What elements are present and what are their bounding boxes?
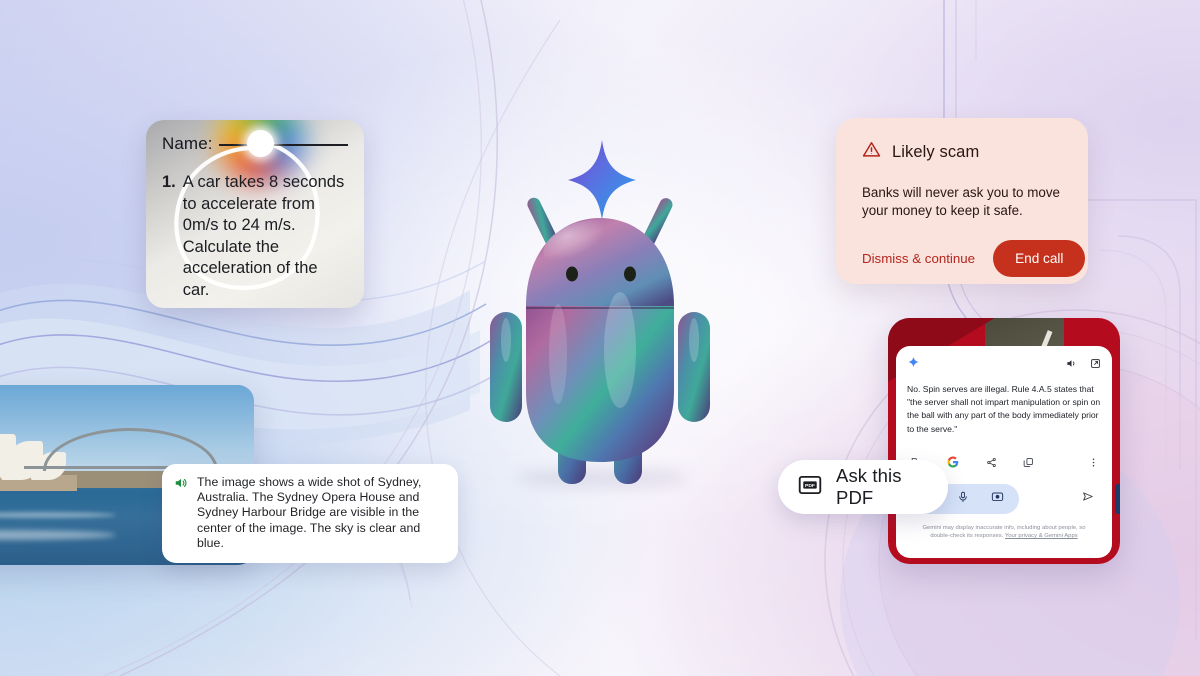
worksheet-question-list: 1. A car takes 8 seconds to accelerate f… <box>162 172 348 308</box>
hero-stage: Name: 1. A car takes 8 seconds to accele… <box>0 0 1200 676</box>
image-description-bubble: The image shows a wide shot of Sydney, A… <box>162 464 458 564</box>
send-icon[interactable] <box>1082 490 1101 508</box>
gemini-answer-sheet: No. Spin serves are illegal. Rule 4.A.5 … <box>896 346 1112 558</box>
worksheet-name-label: Name: <box>162 134 213 153</box>
gemini-phone-card: No. Spin serves are illegal. Rule 4.A.5 … <box>888 318 1120 564</box>
gemini-disclaimer-line1: Gemini may display inaccurate info, incl… <box>922 524 1086 531</box>
android-mascot <box>490 197 710 484</box>
scam-warning-card: Likely scam Banks will never ask you to … <box>836 118 1088 284</box>
svg-text:PDF: PDF <box>805 483 815 489</box>
worksheet-question-1-text: A car takes 8 seconds to accelerate from… <box>182 173 345 299</box>
ask-this-pdf-chip[interactable]: PDF Ask this PDF <box>778 460 948 514</box>
assistant-cursor-dot-icon <box>247 130 274 157</box>
gemini-disclaimer: Gemini may display inaccurate info, incl… <box>907 524 1101 541</box>
worksheet-question-1: 1. A car takes 8 seconds to accelerate f… <box>162 172 348 301</box>
gemini-sparkle-icon <box>907 356 920 374</box>
gemini-sheet-header <box>907 356 1101 374</box>
scam-warning-title: Likely scam <box>892 142 980 161</box>
gemini-answer-text: No. Spin serves are illegal. Rule 4.A.5 … <box>907 384 1101 434</box>
google-g-icon[interactable] <box>947 455 959 473</box>
open-in-new-icon[interactable] <box>1090 356 1101 374</box>
pdf-icon: PDF <box>797 472 823 503</box>
scam-warning-header: Likely scam <box>862 140 1064 164</box>
gemini-disclaimer-line2: double-check its responses. <box>930 533 1005 540</box>
homework-worksheet-card: Name: 1. A car takes 8 seconds to accele… <box>146 120 364 308</box>
camera-icon[interactable] <box>991 490 1004 508</box>
end-call-button[interactable]: End call <box>993 240 1086 277</box>
dismiss-and-continue-button[interactable]: Dismiss & continue <box>862 251 975 266</box>
ask-this-pdf-label: Ask this PDF <box>836 465 902 508</box>
worksheet-name-rule <box>218 144 348 146</box>
share-icon[interactable] <box>986 455 997 473</box>
phone-side-button <box>1115 484 1120 514</box>
privacy-link[interactable]: Your privacy & Gemini Apps <box>1005 533 1078 539</box>
volume-icon[interactable] <box>174 476 188 551</box>
microphone-icon[interactable] <box>957 490 969 508</box>
copy-icon[interactable] <box>1023 455 1034 473</box>
scam-warning-body: Banks will never ask you to move your mo… <box>862 185 1060 218</box>
warning-triangle-icon <box>862 140 881 164</box>
scam-warning-actions: Dismiss & continue End call <box>862 240 1086 277</box>
image-description-text: The image shows a wide shot of Sydney, A… <box>197 475 422 550</box>
worksheet-question-1-number: 1. <box>162 173 176 191</box>
volume-icon[interactable] <box>1066 356 1077 374</box>
more-vert-icon[interactable] <box>1088 455 1099 473</box>
gemini-sheet-header-actions <box>1066 356 1101 374</box>
